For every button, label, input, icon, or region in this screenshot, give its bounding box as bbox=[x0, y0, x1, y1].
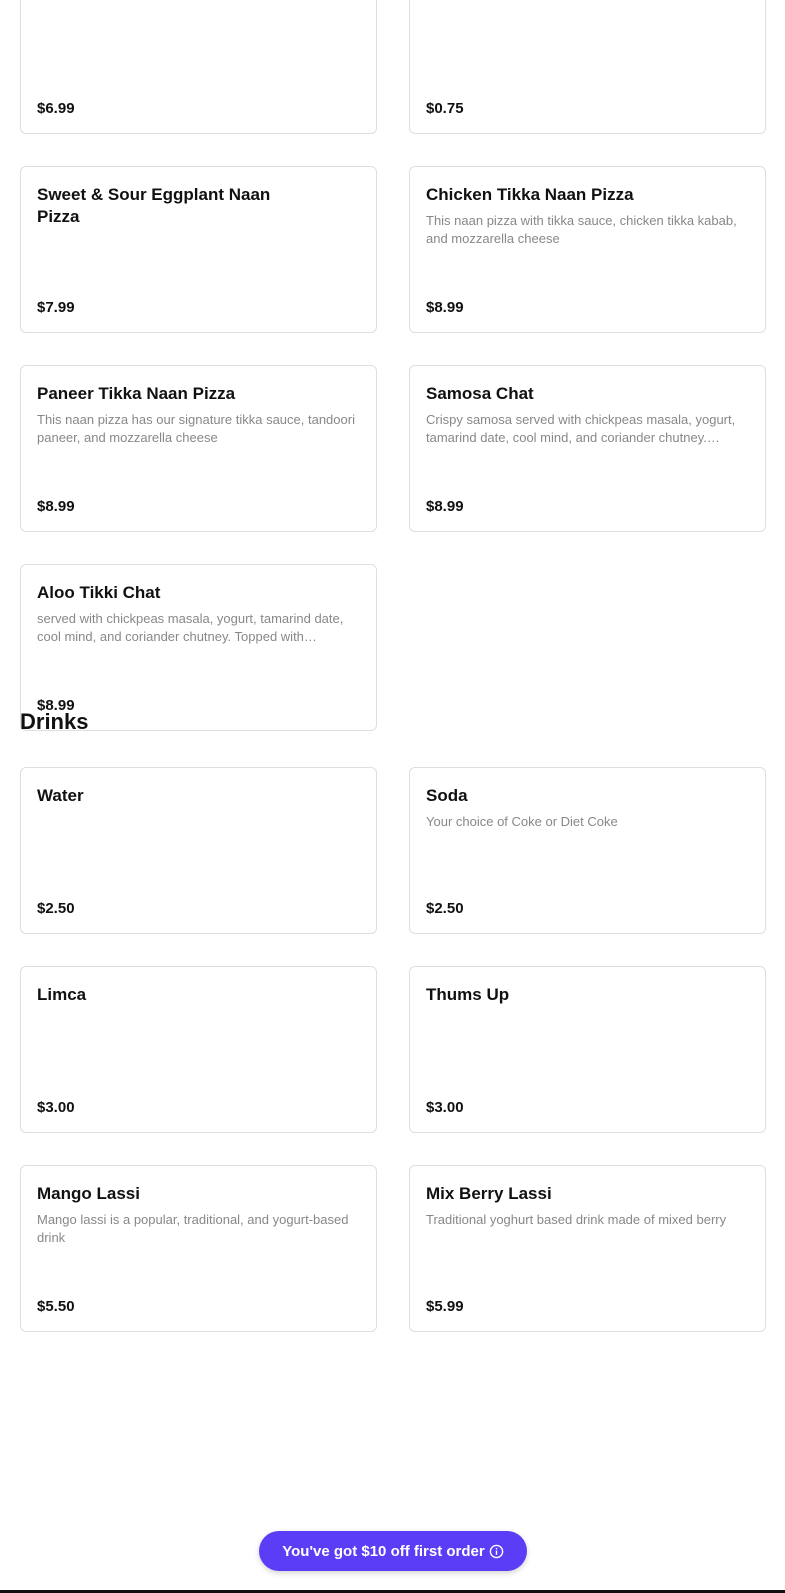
menu-item-description: served with chickpeas masala, yogurt, ta… bbox=[37, 611, 344, 644]
menu-item-price: $2.50 bbox=[426, 900, 464, 917]
menu-item-name: Mix Berry Lassi bbox=[426, 1184, 552, 1203]
drink-item-card[interactable]: Thums Up $3.00 bbox=[409, 966, 766, 1133]
menu-item-description: Your choice of Coke or Diet Coke bbox=[426, 814, 618, 829]
menu-item-name: Paneer Tikka Naan Pizza bbox=[37, 384, 236, 403]
menu-item-price: $8.99 bbox=[426, 299, 464, 316]
menu-item-card[interactable]: Sweet & Sour Eggplant Naan Pizza $7.99 bbox=[20, 166, 377, 333]
drinks-grid: Water $2.50 Soda Your choice of Coke or … bbox=[20, 767, 766, 1332]
promo-label: You've got $10 off first order bbox=[282, 1542, 485, 1560]
menu-item-description: Crispy samosa served with chickpeas masa… bbox=[426, 412, 736, 445]
menu-item-name: Soda bbox=[426, 786, 468, 805]
promo-banner-button[interactable]: You've got $10 off first order bbox=[259, 1531, 527, 1571]
menu-item-price: $6.99 bbox=[37, 100, 75, 117]
menu-item-card[interactable]: Samosa Chat Crispy samosa served with ch… bbox=[409, 365, 766, 532]
menu-item-card[interactable]: Chicken Tikka Naan Pizza This naan pizza… bbox=[409, 166, 766, 333]
menu-item-price: $3.00 bbox=[37, 1099, 75, 1116]
menu-item-card[interactable]: Aloo Tikki Chat served with chickpeas ma… bbox=[20, 564, 377, 731]
menu-item-price: $7.99 bbox=[37, 299, 75, 316]
menu-item-description: Traditional yoghurt based drink made of … bbox=[426, 1212, 727, 1227]
menu-item-price: $5.99 bbox=[426, 1298, 464, 1315]
menu-item-price: $3.00 bbox=[426, 1099, 464, 1116]
drink-item-card[interactable]: Soda Your choice of Coke or Diet Coke $2… bbox=[409, 767, 766, 934]
menu-item-card[interactable]: Paneer Tikka Naan Pizza This naan pizza … bbox=[20, 365, 377, 532]
menu-item-description: This naan pizza with tikka sauce, chicke… bbox=[426, 213, 737, 246]
menu-item-name: Limca bbox=[37, 985, 87, 1004]
info-icon[interactable] bbox=[489, 1544, 504, 1559]
menu-item-description: This naan pizza has our signature tikka … bbox=[37, 412, 355, 445]
drink-item-card[interactable]: Mango Lassi Mango lassi is a popular, tr… bbox=[20, 1165, 377, 1332]
menu-item-price: $0.75 bbox=[426, 100, 464, 117]
menu-item-price: $8.99 bbox=[426, 498, 464, 515]
menu-item-price: $8.99 bbox=[37, 498, 75, 515]
drink-item-card[interactable]: Mix Berry Lassi Traditional yoghurt base… bbox=[409, 1165, 766, 1332]
menu-item-name: Chicken Tikka Naan Pizza bbox=[426, 185, 634, 204]
menu-item-name: Aloo Tikki Chat bbox=[37, 583, 161, 602]
menu-item-name: Thums Up bbox=[426, 985, 510, 1004]
menu-item-price: $2.50 bbox=[37, 900, 75, 917]
menu-items-grid: $6.99 $0.75 Sweet & Sour Eggplant Naan P… bbox=[20, 0, 766, 731]
drink-item-card[interactable]: Limca $3.00 bbox=[20, 966, 377, 1133]
menu-item-name: Mango Lassi bbox=[37, 1184, 140, 1203]
menu-item-description: Mango lassi is a popular, traditional, a… bbox=[37, 1212, 349, 1245]
menu-item-name: Samosa Chat bbox=[426, 384, 534, 403]
menu-item-card[interactable]: $0.75 bbox=[409, 0, 766, 134]
section-title-drinks: Drinks bbox=[20, 709, 89, 734]
menu-item-price: $5.50 bbox=[37, 1298, 75, 1315]
menu-item-name: Water bbox=[37, 786, 84, 805]
menu-item-name: Sweet & Sour Eggplant Naan Pizza bbox=[37, 185, 271, 226]
drink-item-card[interactable]: Water $2.50 bbox=[20, 767, 377, 934]
menu-item-card[interactable]: $6.99 bbox=[20, 0, 377, 134]
